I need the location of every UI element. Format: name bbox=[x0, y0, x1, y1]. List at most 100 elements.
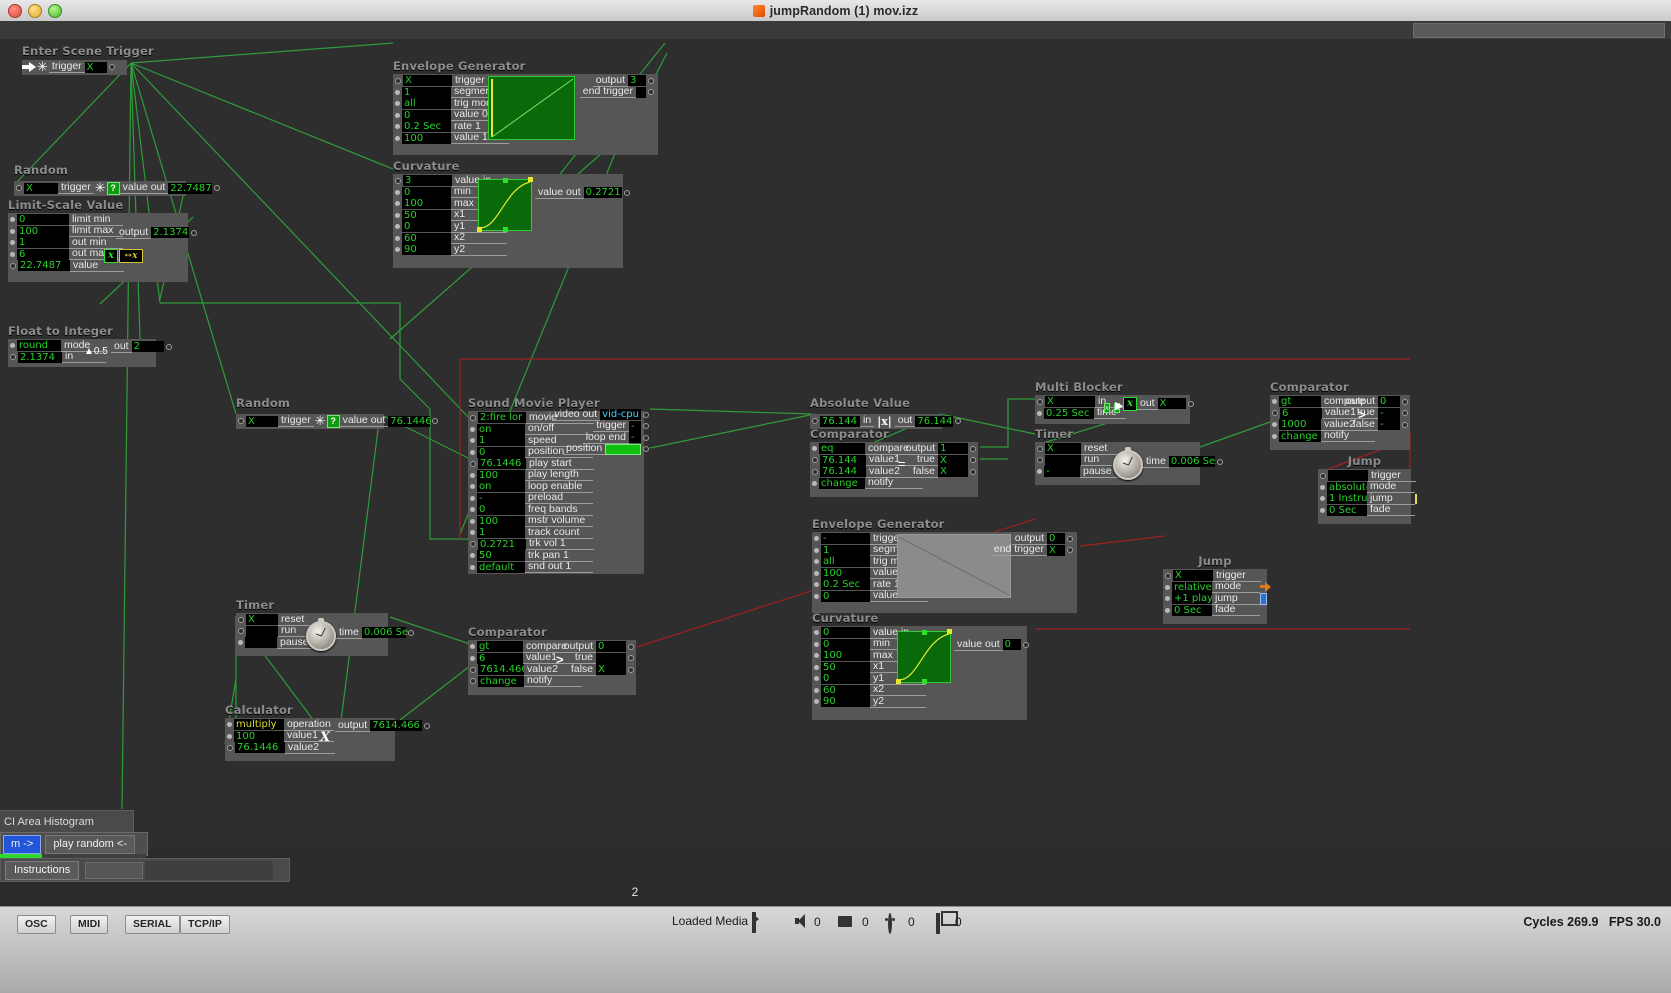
param-value[interactable]: relative bbox=[1172, 581, 1212, 593]
param-value[interactable]: eq bbox=[819, 443, 865, 455]
param-row[interactable]: 90 y2 bbox=[812, 695, 926, 708]
param-value[interactable]: 100 bbox=[477, 515, 525, 527]
maximize-button[interactable] bbox=[48, 4, 62, 18]
output-port[interactable] bbox=[1216, 458, 1223, 465]
output-row[interactable]: out 2 bbox=[111, 340, 174, 353]
module-jump-1[interactable]: Jump trigger absolutemode 1 Instrucjump … bbox=[1318, 454, 1417, 524]
output-row[interactable]: output 1 bbox=[902, 442, 978, 455]
param-row[interactable]: 60 x2 bbox=[812, 684, 926, 697]
param-value[interactable]: on bbox=[477, 481, 525, 493]
param-row[interactable]: 0 Sec fade bbox=[1318, 504, 1415, 517]
input-port[interactable] bbox=[10, 354, 16, 361]
param-value[interactable]: 100 bbox=[17, 225, 69, 237]
param-value[interactable]: 90 bbox=[402, 244, 451, 256]
input-port[interactable] bbox=[814, 664, 819, 670]
output-row[interactable]: output 7614.466 bbox=[335, 719, 432, 732]
param-value[interactable]: 0 bbox=[477, 504, 525, 516]
param-value[interactable] bbox=[246, 625, 278, 637]
input-port[interactable] bbox=[1272, 410, 1278, 417]
module-jump-2[interactable]: Jump Xtrigger relative mode +1 play jump 0… bbox=[1163, 554, 1271, 624]
module-sound-movie-player-outputs[interactable]: video out vid-cpu trigger - loop end - posi… bbox=[551, 408, 651, 456]
param-value[interactable] bbox=[1045, 454, 1081, 466]
input-port[interactable] bbox=[16, 185, 22, 191]
param-row[interactable]: change notify bbox=[810, 477, 924, 490]
input-port[interactable] bbox=[470, 541, 476, 548]
output-port[interactable] bbox=[628, 643, 634, 650]
input-port[interactable] bbox=[814, 547, 819, 553]
input-port[interactable] bbox=[238, 418, 244, 424]
input-port[interactable] bbox=[814, 582, 819, 588]
input-port[interactable] bbox=[470, 472, 475, 478]
param-row[interactable]: 90 y2 bbox=[393, 243, 508, 256]
param-value[interactable]: 0.2721 bbox=[478, 538, 526, 550]
param-row[interactable]: 0 Sec fade bbox=[1163, 604, 1267, 617]
output-port[interactable] bbox=[623, 189, 630, 196]
input-port[interactable] bbox=[395, 212, 400, 218]
module-curvature-2[interactable]: Curvature 0 value in 0 min 100 max 50 x1 0 y1… bbox=[812, 611, 1029, 725]
input-port[interactable] bbox=[814, 559, 819, 565]
input-port[interactable] bbox=[395, 189, 400, 195]
module-enter-scene-trigger[interactable]: Enter Scene Trigger ✳ trigger X bbox=[22, 44, 154, 77]
param-value[interactable]: 6 bbox=[477, 652, 523, 664]
param-value[interactable]: 100 bbox=[402, 198, 451, 210]
output-port[interactable] bbox=[643, 411, 649, 418]
input-port[interactable] bbox=[812, 468, 818, 475]
param-value[interactable]: 100 bbox=[821, 567, 870, 579]
output-row[interactable]: x out X bbox=[1123, 396, 1196, 411]
input-port[interactable] bbox=[227, 722, 232, 728]
input-port[interactable] bbox=[470, 414, 476, 421]
module-timer-2[interactable]: Timer Xreset run - pause time 0.006 Se bbox=[1035, 427, 1223, 490]
param-value[interactable] bbox=[1328, 470, 1368, 482]
param-row[interactable]: 100 limit max bbox=[8, 225, 124, 238]
output-row[interactable]: time 0.006 Se bbox=[336, 626, 416, 639]
param-value[interactable]: 60 bbox=[821, 684, 870, 696]
module-envelope-generator-2[interactable]: Envelope Generator - trigger 1 segments al… bbox=[812, 517, 1077, 618]
output-port[interactable] bbox=[970, 445, 976, 452]
input-port[interactable] bbox=[470, 449, 475, 455]
input-port[interactable] bbox=[227, 744, 233, 751]
param-value[interactable]: 7614.466 bbox=[478, 664, 524, 676]
input-port[interactable] bbox=[10, 240, 15, 246]
param-value[interactable] bbox=[245, 637, 277, 649]
param-value[interactable]: 0 Sec bbox=[1172, 604, 1212, 616]
param-value[interactable]: X bbox=[1045, 443, 1081, 455]
param-value[interactable]: 100 bbox=[234, 730, 284, 742]
input-port[interactable] bbox=[814, 641, 819, 647]
output-port[interactable] bbox=[424, 722, 431, 729]
param-value[interactable]: 50 bbox=[477, 550, 525, 562]
param-value[interactable]: 0 Sec bbox=[1327, 504, 1367, 516]
input-port[interactable] bbox=[1165, 572, 1171, 579]
output-row[interactable]: false X bbox=[561, 663, 636, 676]
minimize-button[interactable] bbox=[28, 4, 42, 18]
param-value[interactable]: all bbox=[821, 556, 870, 568]
param-value[interactable]: 0 bbox=[402, 109, 451, 121]
output-row[interactable]: value out 0.2721 bbox=[535, 186, 632, 199]
module-multi-blocker[interactable]: Multi Blocker Xin 0.25 Sectime x x ▶ x o… bbox=[1035, 380, 1194, 429]
curve-handle[interactable] bbox=[477, 227, 482, 232]
param-row[interactable]: multiply operation bbox=[225, 718, 335, 731]
param-value[interactable]: X bbox=[1045, 396, 1095, 408]
output-port[interactable] bbox=[970, 468, 976, 475]
input-port[interactable] bbox=[470, 655, 475, 661]
module-calculator[interactable]: Calculator multiply operation 100 value1 7… bbox=[225, 703, 431, 766]
param-value[interactable]: X bbox=[246, 415, 278, 427]
param-row[interactable]: 60 x2 bbox=[393, 232, 508, 245]
input-port[interactable] bbox=[1165, 607, 1170, 613]
param-row[interactable]: trigger bbox=[1318, 469, 1416, 482]
input-port[interactable] bbox=[395, 124, 400, 130]
curvature-graph[interactable] bbox=[477, 177, 533, 232]
output-row[interactable]: false - bbox=[1343, 418, 1410, 431]
input-port[interactable] bbox=[812, 457, 818, 464]
param-value[interactable]: default bbox=[477, 561, 525, 573]
param-row[interactable]: absolutemode bbox=[1318, 481, 1415, 494]
param-value[interactable]: 1 bbox=[17, 237, 69, 249]
input-port[interactable] bbox=[814, 699, 819, 705]
input-port[interactable] bbox=[812, 446, 817, 452]
param-value[interactable]: 76.144 bbox=[820, 466, 866, 478]
param-value[interactable]: 1 Instruc bbox=[1327, 493, 1367, 505]
input-port[interactable] bbox=[1037, 410, 1042, 416]
param-row[interactable]: 76.144 in |x| out 76.144 bbox=[810, 415, 962, 428]
input-port[interactable] bbox=[814, 536, 819, 542]
input-port[interactable] bbox=[470, 518, 475, 524]
input-port[interactable] bbox=[814, 593, 819, 599]
